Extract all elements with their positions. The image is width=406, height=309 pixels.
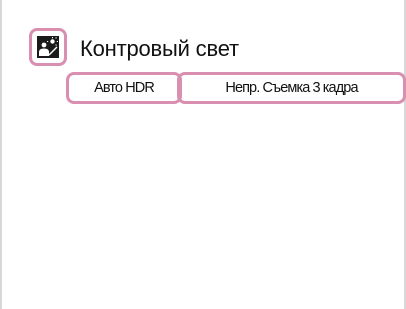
option-auto-hdr-label: Авто HDR bbox=[94, 80, 155, 96]
option-auto-hdr[interactable]: Авто HDR bbox=[66, 72, 182, 104]
screen: Контровый свет Авто HDR Непр. Съемка 3 к… bbox=[0, 0, 406, 309]
option-continuous-shooting[interactable]: Непр. Съемка 3 кадра bbox=[177, 72, 406, 104]
backlight-scene-icon bbox=[37, 36, 59, 58]
scene-icon-highlight[interactable] bbox=[29, 28, 67, 66]
option-continuous-shooting-label: Непр. Съемка 3 кадра bbox=[225, 80, 358, 96]
screen-left-edge bbox=[0, 0, 2, 309]
scene-title: Контровый свет bbox=[80, 36, 239, 61]
